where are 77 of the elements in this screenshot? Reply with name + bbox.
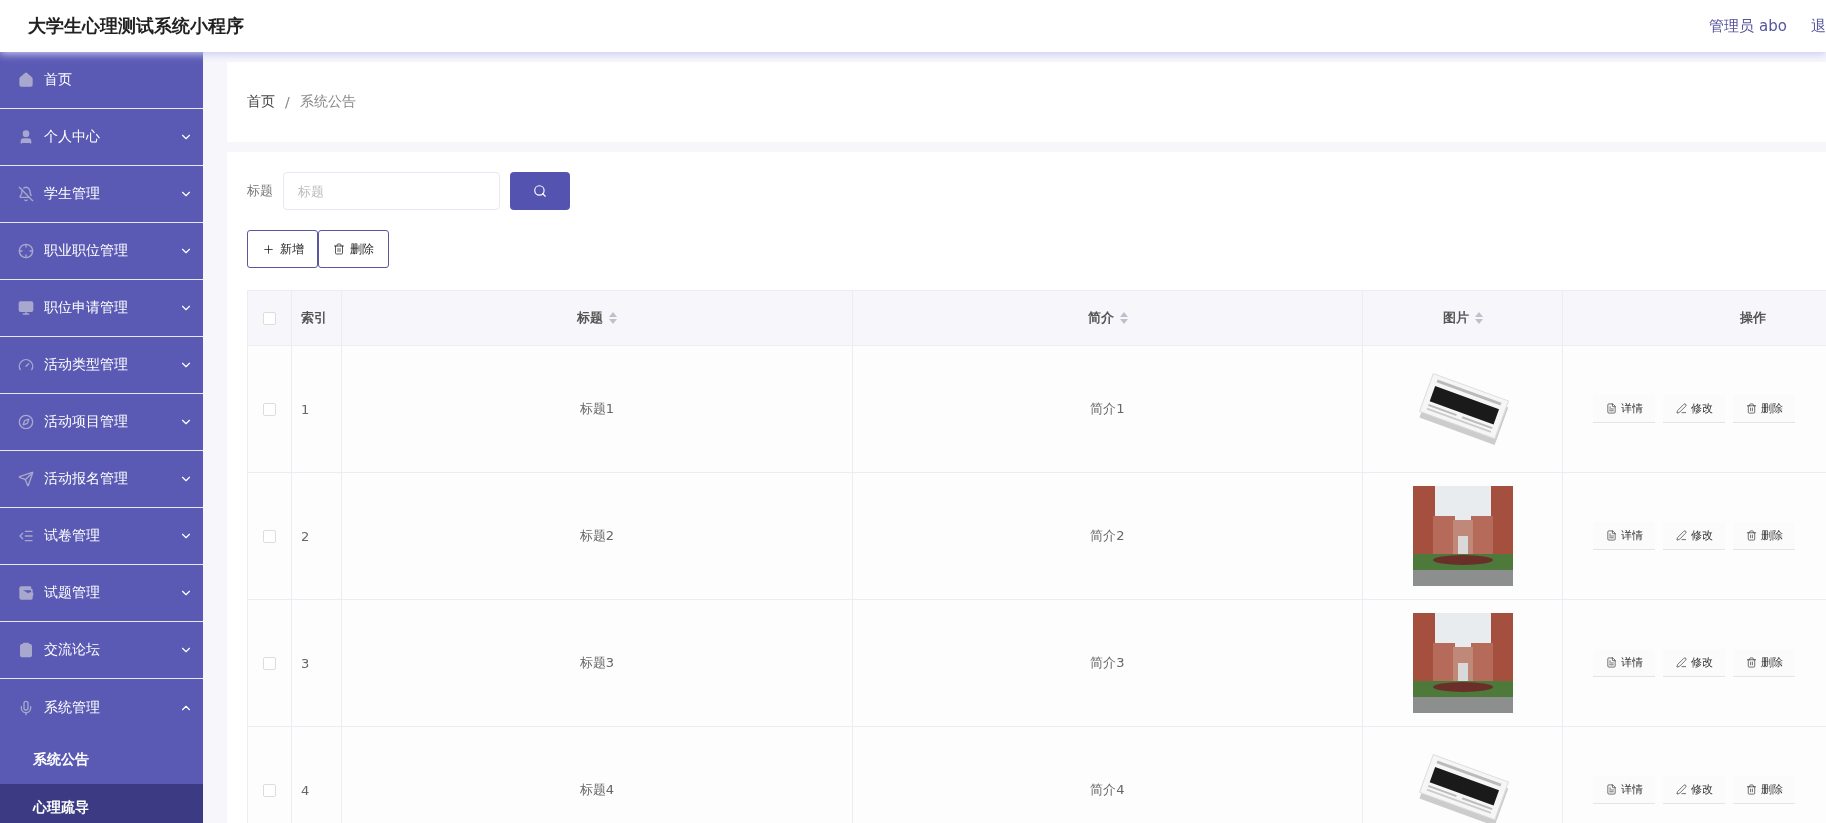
table-cell: 1 xyxy=(301,401,310,417)
trash-icon xyxy=(1745,657,1757,668)
document-icon xyxy=(1605,784,1617,795)
trash-icon xyxy=(333,243,345,255)
select-all-checkbox[interactable] xyxy=(263,311,276,325)
table-cell: 标题2 xyxy=(579,527,615,545)
user-icon xyxy=(18,129,34,145)
table-cell: 4 xyxy=(301,782,310,798)
plus-icon xyxy=(261,242,275,256)
compass-icon xyxy=(18,414,34,430)
document-icon xyxy=(1605,657,1617,668)
search-icon xyxy=(533,184,547,198)
menu-item[interactable]: 学生管理 xyxy=(0,166,203,223)
search-button[interactable] xyxy=(510,172,570,210)
menu-item[interactable]: 系统管理 xyxy=(0,679,203,736)
wallet-icon xyxy=(18,585,34,601)
menu-item[interactable]: 活动项目管理 xyxy=(0,394,203,451)
pen-icon xyxy=(1675,403,1687,414)
column-header: 操作 xyxy=(1739,309,1766,327)
breadcrumb-separator: / xyxy=(285,94,290,110)
menu-item[interactable]: 职业职位管理 xyxy=(0,223,203,280)
monitor-icon xyxy=(18,300,34,316)
submenu-item[interactable]: 心理疏导 xyxy=(0,784,203,823)
table-cell: 简介3 xyxy=(1090,654,1125,672)
column-header[interactable]: 简介 xyxy=(1087,309,1114,327)
user-link[interactable]: 管理员 abo xyxy=(1709,16,1787,36)
menu-item[interactable]: 交流论坛 xyxy=(0,622,203,679)
menu-item[interactable]: 首页 xyxy=(0,52,203,109)
title-search-field[interactable]: 标题 xyxy=(283,172,500,210)
home-icon xyxy=(18,72,34,88)
breadcrumb-link[interactable]: 首页 xyxy=(247,93,275,111)
row-checkbox[interactable] xyxy=(263,656,276,670)
bell-off-icon xyxy=(18,186,34,202)
field-label: 标题 xyxy=(247,182,273,200)
pen-icon xyxy=(1675,657,1687,668)
menu-item[interactable]: 职位申请管理 xyxy=(0,280,203,337)
table-cell: 标题3 xyxy=(579,654,615,672)
menu-item[interactable]: 个人中心 xyxy=(0,109,203,166)
table-cell: 2 xyxy=(301,528,310,544)
delete-button[interactable]: 删除 xyxy=(318,230,389,268)
app-title: 大学生心理测试系统小程序 xyxy=(28,14,245,38)
microphone-icon xyxy=(18,699,34,716)
document-icon xyxy=(1605,530,1617,541)
row-checkbox[interactable] xyxy=(263,402,276,416)
submenu-item[interactable]: 系统公告 xyxy=(0,736,203,784)
trash-icon xyxy=(1745,403,1757,414)
table-cell: 简介2 xyxy=(1090,527,1125,545)
list-icon xyxy=(18,528,34,544)
row-checkbox[interactable] xyxy=(263,529,276,543)
add-button[interactable]: 新增 xyxy=(247,230,318,268)
column-header[interactable]: 图片 xyxy=(1442,309,1469,327)
trash-icon xyxy=(1745,530,1757,541)
breadcrumb-link[interactable]: 系统公告 xyxy=(299,93,356,111)
pen-icon xyxy=(1675,784,1687,795)
table-cell: 简介4 xyxy=(1090,781,1125,799)
gauge-icon xyxy=(18,357,34,373)
trash-icon xyxy=(1745,784,1757,795)
sort-icon[interactable] xyxy=(609,312,617,324)
pen-icon xyxy=(1675,530,1687,541)
row-checkbox[interactable] xyxy=(263,783,276,797)
column-header[interactable]: 标题 xyxy=(577,309,603,327)
menu-item[interactable]: 活动报名管理 xyxy=(0,451,203,508)
document-icon xyxy=(1605,403,1617,414)
logout-link[interactable]: 退 xyxy=(1811,16,1826,36)
table-cell: 标题4 xyxy=(579,781,615,799)
table-cell: 3 xyxy=(301,655,310,671)
sort-icon[interactable] xyxy=(1119,312,1128,324)
menu-item[interactable]: 试卷管理 xyxy=(0,508,203,565)
sort-icon[interactable] xyxy=(1474,312,1483,324)
table-cell: 简介1 xyxy=(1090,400,1125,418)
clipboard-check-icon xyxy=(18,642,34,658)
menu-item[interactable]: 活动类型管理 xyxy=(0,337,203,394)
crosshair-icon xyxy=(18,243,34,259)
column-header: 索引 xyxy=(301,309,327,327)
send-icon xyxy=(18,471,34,487)
table-cell: 标题1 xyxy=(579,400,615,418)
menu-item[interactable]: 试题管理 xyxy=(0,565,203,622)
